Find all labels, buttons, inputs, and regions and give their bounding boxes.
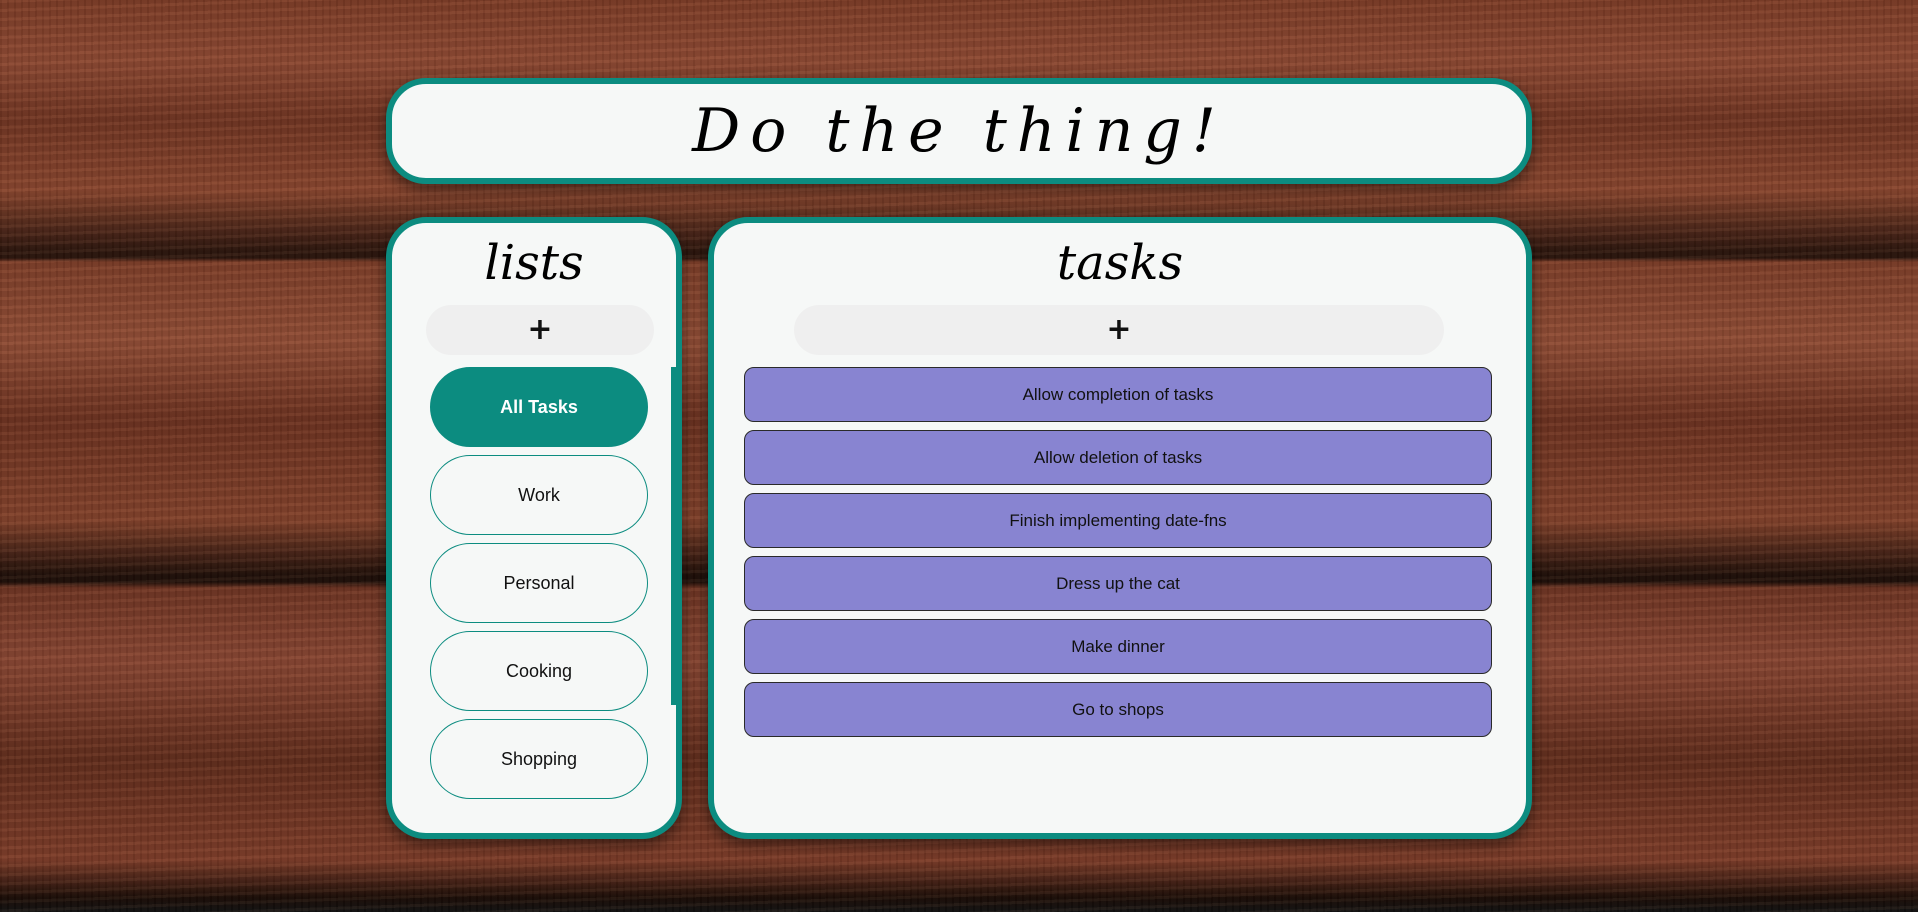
app-title: Do the thing! [692,96,1226,166]
plus-icon: + [1106,312,1132,347]
list-items: All Tasks Work Personal Cooking Shopping [430,367,650,807]
list-item-personal[interactable]: Personal [430,543,648,623]
task-item[interactable]: Allow completion of tasks [744,367,1492,422]
plus-icon: + [527,312,553,347]
tasks-panel: tasks + Allow completion of tasks Allow … [708,217,1532,839]
header-panel: Do the thing! [386,78,1532,184]
lists-panel: lists + All Tasks Work Personal Cooking … [386,217,682,839]
task-items: Allow completion of tasks Allow deletion… [744,367,1492,745]
lists-title: lists [484,235,584,291]
add-list-button[interactable]: + [426,305,654,355]
list-item-work[interactable]: Work [430,455,648,535]
list-item-cooking[interactable]: Cooking [430,631,648,711]
list-item-shopping[interactable]: Shopping [430,719,648,799]
task-item[interactable]: Dress up the cat [744,556,1492,611]
add-task-button[interactable]: + [794,305,1444,355]
list-item-all-tasks[interactable]: All Tasks [430,367,648,447]
task-item[interactable]: Go to shops [744,682,1492,737]
task-item[interactable]: Allow deletion of tasks [744,430,1492,485]
task-item[interactable]: Make dinner [744,619,1492,674]
lists-scrollbar[interactable] [671,367,682,705]
task-item[interactable]: Finish implementing date-fns [744,493,1492,548]
tasks-title: tasks [1056,235,1184,291]
